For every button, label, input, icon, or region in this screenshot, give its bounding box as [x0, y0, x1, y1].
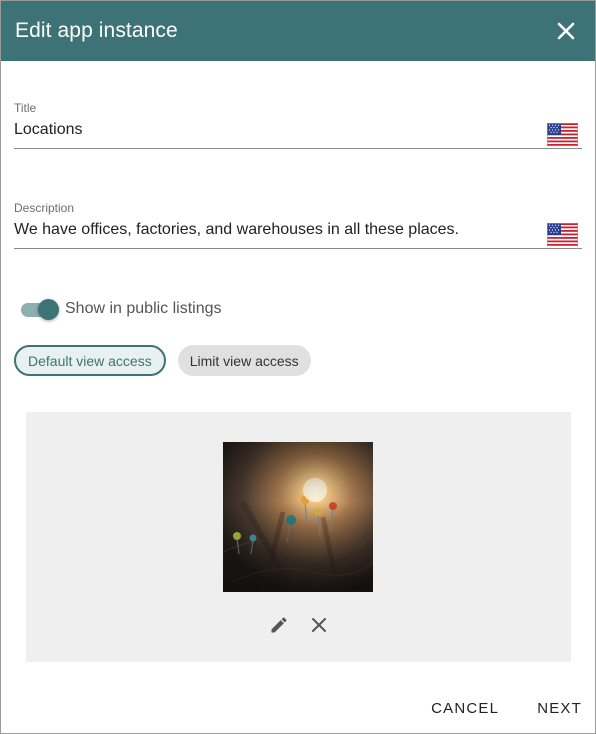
title-field: Title [14, 101, 582, 149]
description-language-button[interactable] [547, 223, 578, 246]
image-panel [26, 412, 571, 662]
description-field-label: Description [14, 201, 75, 215]
public-listing-toggle[interactable] [21, 299, 59, 320]
remove-image-button[interactable] [307, 613, 331, 637]
toggle-thumb [38, 299, 59, 320]
public-listing-toggle-row: Show in public listings [21, 299, 222, 320]
pencil-icon [271, 617, 287, 633]
view-access-chips: Default view access Limit view access [14, 345, 311, 376]
close-icon [312, 618, 326, 632]
title-input[interactable] [14, 121, 534, 139]
dialog-actions: CANCEL NEXT [431, 700, 582, 717]
default-view-access-chip[interactable]: Default view access [14, 345, 166, 376]
description-input[interactable] [14, 221, 534, 239]
map-pins-photo [223, 442, 373, 592]
limit-view-access-chip[interactable]: Limit view access [177, 345, 311, 376]
description-field: Description [14, 201, 582, 249]
close-button[interactable] [552, 17, 580, 45]
app-image-thumbnail [223, 442, 373, 592]
title-language-button[interactable] [547, 123, 578, 146]
close-icon [557, 22, 575, 40]
edit-image-button[interactable] [267, 613, 291, 637]
edit-app-dialog: Edit app instance Title Locations Descri… [0, 0, 596, 734]
public-listing-label: Show in public listings [65, 300, 222, 317]
dialog-title: Edit app instance [15, 19, 178, 42]
next-button[interactable]: NEXT [537, 700, 582, 717]
dialog-header: Edit app instance [1, 1, 595, 61]
title-field-label: Title [14, 101, 37, 115]
us-flag-icon [547, 123, 578, 146]
cancel-button[interactable]: CANCEL [431, 700, 499, 717]
us-flag-icon [547, 223, 578, 246]
